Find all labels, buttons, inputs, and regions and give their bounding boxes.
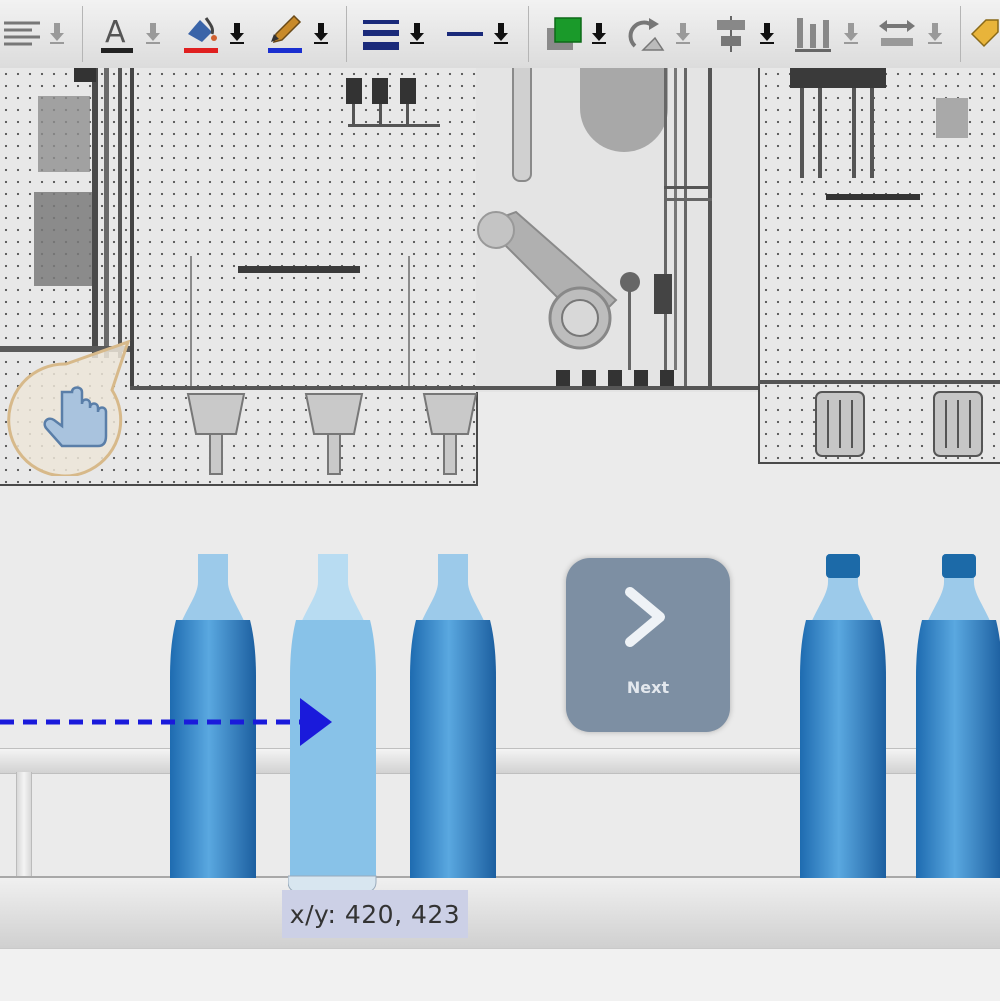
tag-icon[interactable] — [968, 8, 1000, 60]
labeler-header-bar — [790, 68, 886, 88]
line-color-icon[interactable] — [262, 8, 308, 60]
fill-color-icon[interactable] — [178, 8, 224, 60]
bottle-capped-1[interactable] — [798, 554, 888, 878]
hmi-canvas[interactable]: Next — [0, 68, 1000, 948]
bottle-capped-2[interactable] — [914, 554, 1000, 878]
labeler-rollers — [815, 391, 983, 457]
valve-cluster — [344, 68, 444, 132]
status-strip — [0, 948, 1000, 1001]
fill-color-dropdown-icon[interactable] — [226, 10, 248, 56]
distribute-icon[interactable] — [790, 8, 836, 60]
next-button[interactable]: Next — [566, 558, 730, 732]
text-align-dropdown-icon[interactable] — [46, 10, 68, 56]
spacing-dropdown-icon[interactable] — [924, 10, 946, 56]
line-color-dropdown-icon[interactable] — [310, 10, 332, 56]
chevron-right-icon — [625, 587, 665, 647]
labeler-bar — [826, 194, 920, 200]
filler-side-equipment — [0, 68, 130, 358]
toolbar-separator — [82, 6, 83, 62]
capper-base-line — [476, 386, 766, 390]
touch-hint-bubble[interactable] — [4, 340, 134, 476]
conveyor-support — [16, 772, 32, 880]
shadow-dropdown-icon[interactable] — [588, 10, 610, 56]
line-style-icon[interactable] — [442, 8, 488, 60]
toolbar-separator — [346, 6, 347, 62]
rotate-dropdown-icon[interactable] — [672, 10, 694, 56]
coordinate-readout: x/y: 420, 423 — [282, 890, 468, 938]
font-color-icon[interactable]: A — [94, 8, 140, 60]
motion-path-arrow[interactable] — [0, 694, 336, 750]
filler-frame-inner — [190, 256, 192, 388]
shadow-icon[interactable] — [540, 8, 586, 60]
filling-nozzles — [186, 393, 478, 475]
line-style-dropdown-icon[interactable] — [490, 10, 512, 56]
labeler-base-line — [758, 380, 1000, 384]
svg-text:A: A — [105, 15, 126, 50]
next-button-label: Next — [626, 678, 670, 697]
align-icon[interactable] — [708, 8, 754, 60]
labeler-block — [936, 98, 968, 138]
spacing-icon[interactable] — [874, 8, 920, 60]
line-width-icon[interactable] — [358, 8, 404, 60]
toolbar-separator — [960, 6, 961, 62]
conveyor-belt — [0, 876, 1000, 948]
font-color-dropdown-icon[interactable] — [142, 10, 164, 56]
filler-bar — [238, 266, 360, 273]
labeler-rod — [818, 88, 822, 178]
toolbar: A — [0, 0, 1000, 69]
labeler-rod — [870, 88, 874, 178]
bottle-empty-2[interactable] — [408, 554, 498, 878]
filler-frame-inner — [408, 256, 410, 388]
rotate-icon[interactable] — [622, 8, 668, 60]
align-dropdown-icon[interactable] — [756, 10, 778, 56]
labeler-rod — [800, 88, 804, 178]
text-align-icon[interactable] — [0, 8, 44, 60]
distribute-dropdown-icon[interactable] — [840, 10, 862, 56]
toolbar-separator — [528, 6, 529, 62]
capper-machine — [476, 68, 766, 392]
line-width-dropdown-icon[interactable] — [406, 10, 428, 56]
labeler-rod — [852, 88, 856, 178]
